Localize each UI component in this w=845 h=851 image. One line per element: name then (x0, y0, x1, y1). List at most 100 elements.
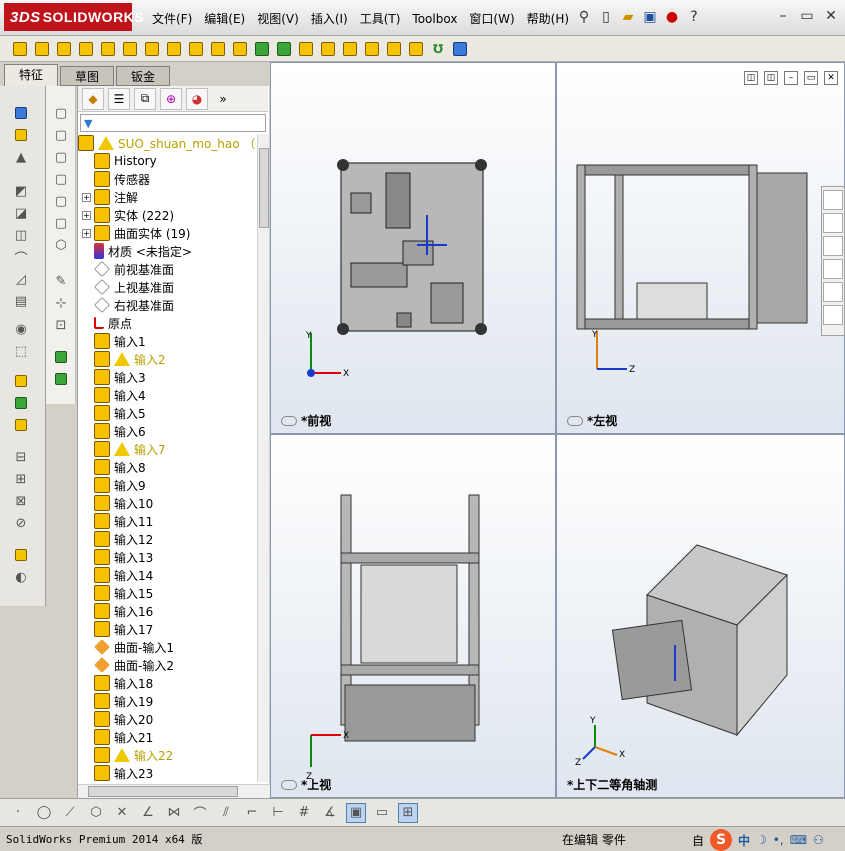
fillet-side-icon[interactable]: ⌒ (12, 248, 30, 267)
structural-member-icon[interactable] (52, 370, 70, 388)
circle-icon[interactable]: ◯ (34, 803, 54, 823)
moon-icon[interactable]: ☽ (756, 833, 767, 847)
offset-icon[interactable]: ∠ (138, 803, 158, 823)
view-cube-icon[interactable]: ▣ (346, 802, 366, 823)
tree-node[interactable]: 输入21 (82, 728, 153, 746)
tree-node[interactable]: 输入8 (82, 458, 146, 476)
scroll-thumb[interactable] (259, 148, 269, 228)
extruded-cut-icon[interactable] (120, 39, 140, 59)
angle-icon[interactable]: ∡ (320, 803, 340, 823)
tree-node[interactable]: 右视基准面 (82, 296, 174, 314)
shell-icon[interactable] (318, 39, 338, 59)
intersect-icon[interactable] (362, 39, 382, 59)
boundary-icon[interactable]: ◫ (12, 226, 30, 244)
open-folder-icon[interactable]: ▰ (618, 6, 638, 28)
coordinate-system-icon[interactable] (12, 416, 30, 434)
tree-node[interactable]: 输入2 (82, 350, 166, 368)
rib-icon[interactable] (274, 39, 294, 59)
link-views-icon[interactable] (281, 779, 297, 790)
linear-pattern-icon[interactable] (252, 39, 272, 59)
appearances-icon[interactable] (823, 282, 843, 302)
custom-properties-icon[interactable] (823, 305, 843, 325)
menu-tools[interactable]: 工具(T) (354, 9, 407, 29)
tree-node[interactable]: + 实体 (222) (82, 206, 174, 224)
tree-node[interactable]: 输入3 (82, 368, 146, 386)
menu-file[interactable]: 文件(F) (146, 9, 198, 29)
expand-panel-icon[interactable]: » (212, 88, 234, 110)
tree-node[interactable]: 上视基准面 (82, 278, 174, 296)
trim-icon[interactable]: ✕ (112, 803, 132, 823)
tree-node[interactable]: 输入9 (82, 476, 146, 494)
dimension-icon[interactable]: ⊢ (268, 803, 288, 823)
expand-toggle-icon[interactable]: + (82, 228, 91, 238)
tree-node[interactable]: 曲面-输入1 (82, 638, 174, 656)
extrude-icon[interactable] (12, 104, 30, 122)
keyboard-icon[interactable]: ⌨ (790, 833, 807, 847)
save-icon[interactable]: ▣ (640, 6, 660, 28)
reference-geometry-icon[interactable] (406, 39, 426, 59)
tree-node[interactable]: 输入7 (82, 440, 166, 458)
tree-horizontal-scrollbar[interactable] (78, 784, 270, 798)
relations-icon[interactable]: ⊡ (52, 316, 70, 334)
tree-node[interactable]: 输入20 (82, 710, 153, 728)
smart-dimension-icon[interactable]: ⊹ (52, 294, 70, 312)
weldment-icon[interactable] (52, 348, 70, 366)
tree-node[interactable]: 传感器 (82, 170, 150, 188)
tree-node[interactable]: 材质 <未指定> (82, 242, 192, 260)
solid-icon[interactable]: ⬡ (52, 236, 70, 254)
core-icon[interactable]: ◐ (12, 568, 30, 586)
menu-help[interactable]: 帮助(H) (521, 9, 575, 29)
box-icon[interactable]: ▢ (52, 104, 70, 122)
tree-node[interactable]: History (82, 152, 157, 170)
frame-open-icon[interactable]: ▢ (52, 170, 70, 188)
line-icon[interactable]: ⟋ (60, 803, 80, 823)
property-manager-tab-icon[interactable]: ☰ (108, 87, 130, 110)
tree-node[interactable]: 输入17 (82, 620, 153, 638)
cone-icon[interactable]: ▲ (12, 148, 30, 166)
new-document-icon[interactable]: ▯ (596, 6, 616, 28)
viewport-front[interactable]: Y X *前视 (270, 62, 556, 434)
pin-icon[interactable]: ⚲ (574, 6, 594, 28)
split-icon[interactable]: ⊟ (12, 448, 30, 466)
hscroll-thumb[interactable] (88, 786, 238, 797)
split-horizontal-icon[interactable]: ◫ (744, 71, 758, 85)
reference-plane-icon[interactable] (12, 372, 30, 390)
help-icon[interactable]: ? (684, 6, 704, 28)
viewport-top[interactable]: X Z *上视 (270, 434, 556, 798)
tree-node[interactable]: 输入15 (82, 584, 153, 602)
tree-node[interactable]: 输入12 (82, 530, 153, 548)
boundary-boss-icon[interactable] (98, 39, 118, 59)
tree-node[interactable]: 输入6 (82, 422, 146, 440)
tab-sketch[interactable]: 草图 (60, 66, 115, 86)
user-icon[interactable]: ⚇ (813, 833, 824, 847)
menu-view[interactable]: 视图(V) (251, 9, 305, 29)
loft-icon[interactable]: ◪ (12, 204, 30, 222)
tree-node[interactable]: 前视基准面 (82, 260, 174, 278)
curves-icon[interactable]: ℧ (428, 39, 448, 59)
swept-cut-icon[interactable] (186, 39, 206, 59)
tree-node[interactable]: 原点 (82, 314, 132, 332)
grid-icon[interactable]: # (294, 803, 314, 823)
viewport-left[interactable]: ◫ ◫ – ▭ ✕ Y Z *左视 (556, 62, 845, 434)
tree-node[interactable]: 输入13 (82, 548, 153, 566)
tree-node[interactable]: 输入23 (82, 764, 153, 782)
fillet-sketch-icon[interactable]: ⌒ (190, 803, 210, 823)
configuration-manager-tab-icon[interactable]: ⧉ (134, 87, 156, 110)
restore-icon[interactable]: ▭ (797, 6, 817, 26)
dimxpert-tab-icon[interactable]: ⊕ (160, 87, 182, 110)
tree-node[interactable]: 输入19 (82, 692, 153, 710)
tab-sheet-metal[interactable]: 钣金 (116, 66, 171, 86)
display-manager-tab-icon[interactable]: ◕ (186, 87, 208, 110)
lofted-cut-icon[interactable] (208, 39, 228, 59)
combine-icon[interactable]: ⊘ (12, 514, 30, 532)
two-view-icon[interactable]: ▭ (372, 803, 392, 823)
extruded-boss-icon[interactable] (10, 39, 30, 59)
four-view-icon[interactable]: ⊞ (398, 802, 418, 823)
tree-node[interactable]: 输入18 (82, 674, 153, 692)
sweep-icon[interactable]: ◩ (12, 182, 30, 200)
revolve-icon[interactable] (12, 126, 30, 144)
tree-node[interactable]: 输入5 (82, 404, 146, 422)
chamfer-icon[interactable]: ◿ (12, 270, 30, 288)
tree-node[interactable]: + 注解 (82, 188, 138, 206)
pane-minimize-icon[interactable]: – (784, 71, 798, 85)
